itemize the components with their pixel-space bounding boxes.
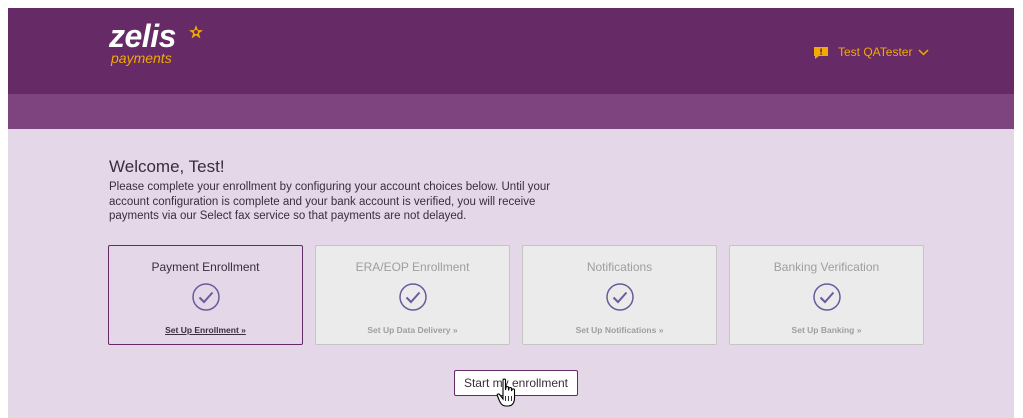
set-up-data-delivery-link[interactable]: Set Up Data Delivery » bbox=[316, 325, 509, 335]
secondary-nav-bar bbox=[8, 94, 1014, 129]
logo-tagline: payments bbox=[111, 50, 172, 66]
card-payment-enrollment[interactable]: Payment Enrollment Set Up Enrollment » bbox=[108, 245, 303, 345]
card-title: ERA/EOP Enrollment bbox=[355, 260, 470, 274]
top-header: zelis payments Test QATester bbox=[8, 8, 1014, 94]
welcome-intro-text: Please complete your enrollment by confi… bbox=[109, 181, 551, 222]
check-circle-icon bbox=[812, 283, 841, 311]
chevron-down-icon[interactable] bbox=[918, 48, 929, 56]
card-title: Banking Verification bbox=[773, 260, 880, 274]
logo-wordmark: zelis bbox=[109, 18, 176, 54]
set-up-enrollment-link[interactable]: Set Up Enrollment » bbox=[109, 325, 302, 335]
check-circle-icon bbox=[191, 283, 220, 311]
logo-star-icon bbox=[189, 25, 203, 39]
set-up-notifications-link[interactable]: Set Up Notifications » bbox=[523, 325, 716, 335]
app-frame: zelis payments Test QATester Welcome, Te… bbox=[8, 8, 1014, 418]
message-alert-icon[interactable] bbox=[813, 46, 829, 59]
hand-pointer-cursor-icon bbox=[496, 378, 516, 407]
user-menu[interactable]: Test QATester bbox=[813, 43, 929, 61]
card-banking-verification[interactable]: Banking Verification Set Up Banking » bbox=[729, 245, 924, 345]
check-circle-icon bbox=[605, 283, 634, 311]
card-title: Notifications bbox=[586, 260, 653, 274]
card-notifications[interactable]: Notifications Set Up Notifications » bbox=[522, 245, 717, 345]
card-title: Payment Enrollment bbox=[151, 260, 260, 274]
set-up-banking-link[interactable]: Set Up Banking » bbox=[730, 325, 923, 335]
card-era-eop-enrollment[interactable]: ERA/EOP Enrollment Set Up Data Delivery … bbox=[315, 245, 510, 345]
user-name-label[interactable]: Test QATester bbox=[838, 44, 912, 60]
check-circle-icon bbox=[398, 283, 427, 311]
welcome-heading: Welcome, Test! bbox=[109, 157, 225, 176]
